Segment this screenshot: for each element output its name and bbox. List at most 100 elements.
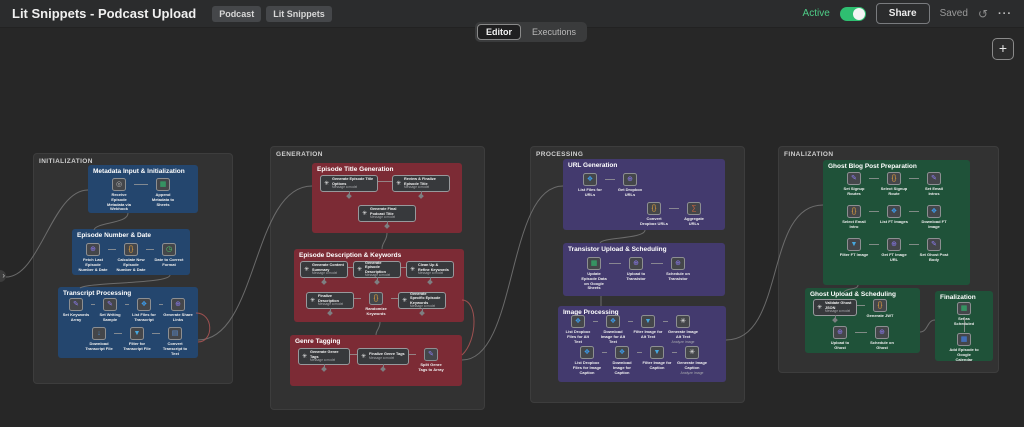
node-label: Filter for Transcript File	[123, 341, 151, 351]
node-list-files-for-urls[interactable]: ❖ List Files for URLs	[575, 173, 605, 198]
node-calculate-new-episode-number-date[interactable]: {} Calculate New Episode Number & Date	[116, 243, 146, 272]
openai-icon: ✳	[357, 267, 363, 273]
node-split-genre-tags-to-array[interactable]: ✎ Split Genre Tags to Array	[416, 348, 446, 373]
node-randomize-keywords[interactable]: {} Randomize Keywords	[361, 292, 391, 317]
node-select-signup-route[interactable]: {} Select Signup Route	[879, 172, 909, 197]
active-label: Active	[802, 8, 830, 19]
node-generate-final-podcast-title[interactable]: ✳ Generate Final Podcast Title Message a m…	[358, 205, 416, 224]
node-label: Get FT Image URL	[881, 252, 907, 262]
wire	[855, 332, 867, 333]
more-menu-icon[interactable]: ···	[998, 8, 1012, 20]
code-icon: {}	[887, 172, 901, 185]
tag-lit-snippets[interactable]: Lit Snippets	[266, 5, 332, 22]
node-list-dropbox-files-for-image-caption[interactable]: ❖ List Dropbox Files for Image Caption	[572, 346, 602, 375]
node-generate-share-links[interactable]: ⊕ Generate Share Links	[163, 298, 193, 323]
node-generate-episode-title-options[interactable]: ✳ Generate Episode Title Options Message a…	[320, 175, 378, 194]
node-label: Schedule on Ghost	[870, 340, 894, 350]
add-node-button[interactable]: +	[992, 38, 1014, 60]
node-generate-episode-description[interactable]: ✳ Generate Episode Description Message a m…	[353, 261, 401, 280]
tag-podcast[interactable]: Podcast	[212, 5, 262, 22]
node-label: Select Signup Route	[880, 186, 908, 196]
node-set-keywords-array[interactable]: ✎ Set Keywords Array	[61, 298, 91, 323]
node-clean-up-refine-keywords[interactable]: ✳ Clean Up & Refine Keywords Message a mod…	[406, 261, 454, 280]
node-generate-specific-episode-keywords[interactable]: ✳ Generate Specific Episode Keywords Messa…	[398, 292, 446, 311]
subgroup-genre-tagging[interactable]: Genre Tagging ✳ Generate Genre Tags Message…	[290, 335, 462, 386]
workflow-title: Lit Snippets - Podcast Upload	[12, 6, 197, 21]
subgroup-ghost-blog-post-preparation[interactable]: Ghost Blog Post Preparation ✎ Set Signup R…	[823, 160, 970, 285]
subgroup-episode-number-date[interactable]: Episode Number & Date ⊕ Fetch Last Episode…	[72, 229, 190, 275]
node-download-transcript-file[interactable]: ↓ Download Transcript File	[84, 327, 114, 352]
active-toggle[interactable]	[839, 6, 866, 21]
node-aggregate-urls[interactable]: ∑ Aggregate URLs	[679, 202, 709, 227]
node-receive-episode-metadata-via-webhook[interactable]: ◎ Receive Episode Metadata via Webhook	[104, 178, 134, 212]
node-row: ▦ Update Episode Data on Google Sheets ⊕ Up…	[579, 257, 693, 291]
sidebar-expand-icon[interactable]: ›	[0, 270, 6, 282]
node-upload-to-transistor[interactable]: ⊕ Upload to Transistor	[621, 257, 651, 282]
node-set-signup-routes[interactable]: ✎ Set Signup Routes	[839, 172, 869, 197]
node-convert-dropbox-urls[interactable]: {} Convert Dropbox URLs	[639, 202, 669, 227]
code-icon: {}	[873, 299, 887, 312]
node-label: Set Writing Sample	[99, 312, 121, 322]
node-generate-content-summary[interactable]: ✳ Generate Content Summary Message a model	[300, 261, 348, 280]
node-set-ghost-post-body[interactable]: ✎ Set Ghost Post Body	[919, 238, 949, 263]
node-generate-genre-tags[interactable]: ✳ Generate Genre Tags Message a model	[298, 348, 350, 367]
node-generate-image-alt-text[interactable]: ✳ Generate Image Alt Text Analyze image	[668, 315, 698, 344]
node-download-image-for-caption[interactable]: ❖ Download Image for Caption	[607, 346, 637, 375]
subgroup-finalization[interactable]: Finalization ▦ Set as Scheduled ▦ Add Episod…	[935, 291, 993, 362]
node-label: Generate Image Alt Text	[668, 329, 699, 339]
node-add-episode-to-google-calendar[interactable]: ▦ Add Episode to Google Calendar	[949, 333, 979, 362]
node-fetch-last-episode-number-date[interactable]: ⊕ Fetch Last Episode Number & Date	[78, 243, 108, 272]
openai-icon: ✳	[685, 346, 699, 359]
node-validate-ghost-json[interactable]: ✳ Validate Ghost JSON Message a model	[813, 299, 857, 318]
file-icon: ▤	[168, 327, 182, 340]
node-list-dropbox-files-for-alt-text[interactable]: ❖ List Dropbox Files for Alt Text	[563, 315, 593, 344]
node-list-files-for-transcript[interactable]: ❖ List Files for Transcript	[129, 298, 159, 323]
node-subtitle: Message a model	[404, 185, 430, 190]
share-button[interactable]: Share	[875, 3, 930, 24]
node-filter-ft-image[interactable]: ▼ Filter FT Image	[839, 238, 869, 258]
wire	[354, 298, 361, 299]
code-icon: {}	[124, 243, 138, 256]
node-review-finalize-episode-title[interactable]: ✳ Review & Finalize Episode Title Message …	[392, 175, 450, 194]
set-icon: ✎	[927, 172, 941, 185]
node-generate-image-caption[interactable]: ✳ Generate Image Caption Analyze image	[677, 346, 707, 375]
node-filter-image-for-caption[interactable]: ▼ Filter Image for Caption	[642, 346, 672, 371]
node-set-email-intros[interactable]: ✎ Set Email Intros	[919, 172, 949, 197]
subgroup-episode-description-keywords[interactable]: Episode Description & Keywords ✳ Generate …	[294, 249, 464, 322]
node-label: Get Dropbox URLs	[617, 187, 643, 197]
workflow-canvas[interactable]: + › INITIALIZATION GENERATION PROCESSING FI…	[0, 28, 1024, 427]
node-set-as-scheduled[interactable]: ▦ Set as Scheduled	[949, 302, 979, 327]
node-convert-transcript-to-text[interactable]: ▤ Convert Transcript to Text	[160, 327, 190, 356]
node-select-email-intro[interactable]: {} Select Email Intro	[839, 205, 869, 230]
node-list-ft-images[interactable]: ❖ List FT Images	[879, 205, 909, 225]
node-filter-for-transcript-file[interactable]: ▼ Filter for Transcript File	[122, 327, 152, 352]
history-icon[interactable]: ↺	[978, 7, 988, 21]
node-append-metadata-to-sheets[interactable]: ▦ Append Metadata to Sheets	[148, 178, 178, 207]
node-upload-to-ghost[interactable]: ⊕ Upload to Ghost	[825, 326, 855, 351]
node-finalize-genre-tags[interactable]: ✳ Finalize Genre Tags Message a model	[357, 348, 409, 367]
node-get-dropbox-urls[interactable]: ⊕ Get Dropbox URLs	[615, 173, 645, 198]
node-label: Schedule on Transistor	[666, 271, 690, 281]
subgroup-episode-title-generation[interactable]: Episode Title Generation ✳ Generate Episod…	[312, 163, 462, 233]
subgroup-ghost-upload-scheduling[interactable]: Ghost Upload & Scheduling ✳ Validate Ghost…	[805, 288, 920, 353]
node-date-to-correct-format[interactable]: ◷ Date to Correct Format	[154, 243, 184, 268]
subgroup-image-processing[interactable]: Image Processing ❖ List Dropbox Files for …	[558, 306, 726, 382]
node-download-image-for-alt-text[interactable]: ❖ Download Image for Alt Text	[598, 315, 628, 344]
node-update-episode-data-on-google-sheets[interactable]: ▦ Update Episode Data on Google Sheets	[579, 257, 609, 291]
subgroup-transistor-upload-scheduling[interactable]: Transistor Upload & Scheduling ▦ Update Ep…	[563, 243, 725, 296]
tab-executions[interactable]: Executions	[523, 24, 585, 40]
node-set-writing-sample[interactable]: ✎ Set Writing Sample	[95, 298, 125, 323]
node-download-ft-image[interactable]: ❖ Download FT Image	[919, 205, 949, 230]
node-filter-image-for-alt-text[interactable]: ▼ Filter Image for Alt Text	[633, 315, 663, 340]
node-generate-jwt[interactable]: {} Generate JWT	[865, 299, 895, 319]
subgroup-metadata-input-initialization[interactable]: Metadata Input & Initialization ◎ Receive …	[88, 165, 198, 213]
node-get-ft-image-url[interactable]: ⊕ Get FT Image URL	[879, 238, 909, 263]
saved-status: Saved	[939, 8, 968, 19]
subgroup-transcript-processing[interactable]: Transcript Processing ✎ Set Keywords Array…	[58, 287, 198, 358]
subgroup-url-generation[interactable]: URL Generation ❖ List Files for URLs ⊕ Get D…	[563, 159, 725, 230]
node-schedule-on-ghost[interactable]: ⊕ Schedule on Ghost	[867, 326, 897, 351]
tab-editor[interactable]: Editor	[477, 24, 521, 40]
node-finalize-description[interactable]: ✳ Finalize Description Message a model	[306, 292, 354, 311]
node-schedule-on-transistor[interactable]: ⊕ Schedule on Transistor	[663, 257, 693, 282]
node-label: Split Genre Tags to Array	[418, 362, 444, 372]
